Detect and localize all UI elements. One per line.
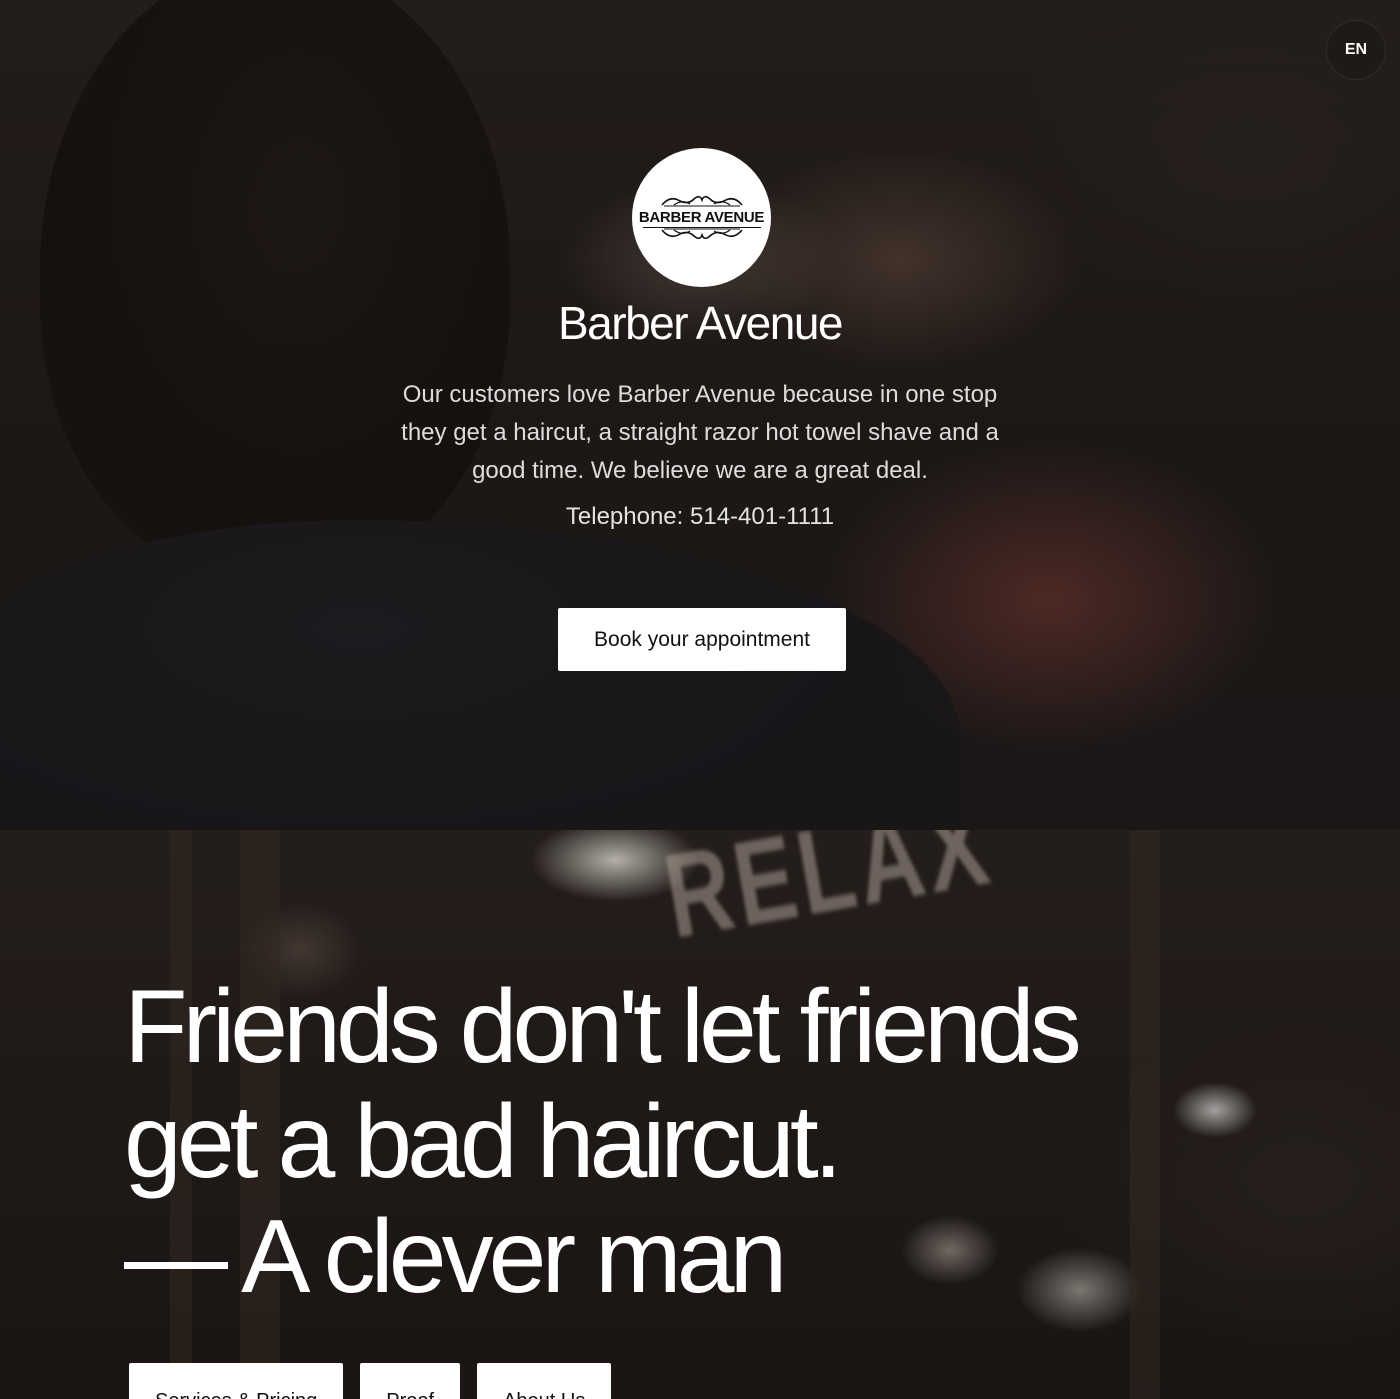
quote-line: Friends don't let friends — [124, 969, 1082, 1085]
about-us-button[interactable]: About Us — [477, 1363, 612, 1399]
brand-logo: BARBER AVENUE — [632, 148, 771, 287]
headline-quote: Friends don't let friends get a bad hair… — [124, 970, 1274, 1315]
section-nav: Services & Pricing Proof About Us — [129, 1363, 612, 1399]
quote-section: RELAX Friends don't let friends get a ba… — [0, 830, 1400, 1399]
language-switcher[interactable]: EN — [1326, 20, 1386, 80]
book-appointment-button[interactable]: Book your appointment — [558, 608, 846, 671]
quote-line: get a bad haircut. — [124, 1084, 843, 1200]
telephone-text: Telephone: 514-401-1111 — [565, 503, 835, 530]
hero-section: EN BARBER AVENUE Barber Avenue Our custo… — [0, 0, 1400, 830]
quote-attribution: — A clever man — [124, 1199, 787, 1315]
proof-button[interactable]: Proof — [360, 1363, 461, 1399]
ornament-top-icon — [660, 195, 743, 207]
logo-wordmark: BARBER AVENUE — [638, 209, 765, 226]
ornament-bottom-icon — [660, 228, 743, 240]
hero-tagline: Our customers love Barber Avenue because… — [401, 381, 999, 484]
site-title: Barber Avenue — [558, 297, 844, 349]
services-pricing-button[interactable]: Services & Pricing — [129, 1363, 344, 1399]
